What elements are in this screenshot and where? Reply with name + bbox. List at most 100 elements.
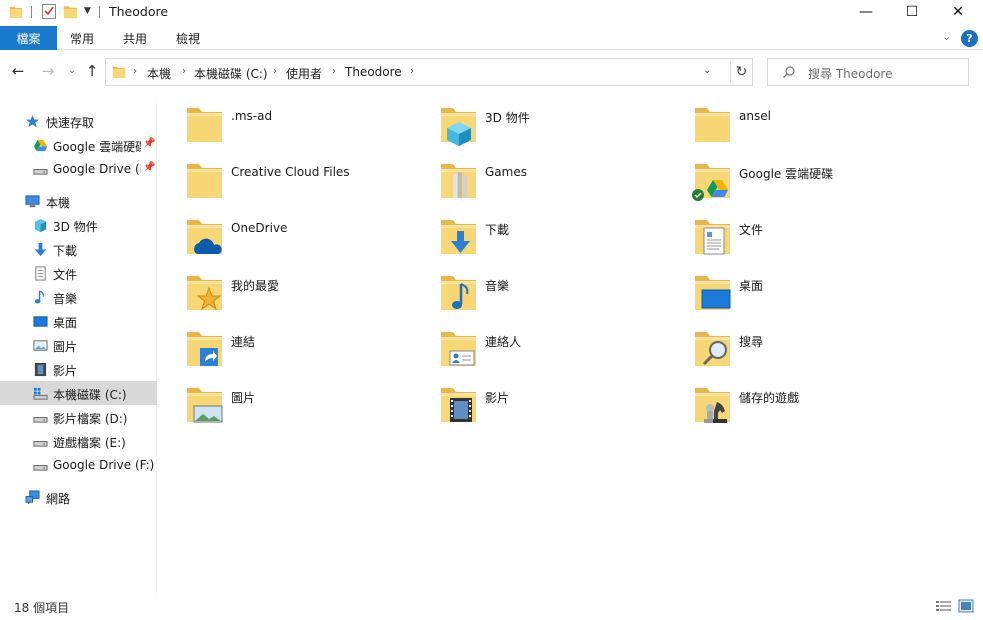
document-icon: [35, 266, 46, 281]
breadcrumb-drive-c[interactable]: 本機磁碟 (C:): [194, 65, 268, 82]
folder-item[interactable]: Creative Cloud Files: [158, 152, 398, 202]
music-folder-icon: [437, 270, 481, 314]
nav-drive-d[interactable]: 影片檔案 (D:): [0, 405, 157, 429]
folder-item[interactable]: 搜尋: [666, 320, 906, 370]
nav-label: 本機: [46, 196, 71, 210]
address-bar[interactable]: › 本機 › 本機磁碟 (C:) › 使用者 › Theodore › ⌄ ↻: [105, 58, 753, 86]
chevron-right-icon[interactable]: ›: [410, 66, 414, 77]
folder-item[interactable]: OneDrive: [158, 208, 398, 258]
nav-label: 本機磁碟 (C:): [53, 388, 127, 402]
nav-drive-e[interactable]: 遊戲檔案 (E:): [0, 429, 157, 453]
nav-label: Google Drive (F:): [53, 458, 155, 472]
nav-music[interactable]: 音樂: [0, 285, 157, 309]
nav-label: 下載: [53, 244, 78, 258]
expand-ribbon-icon[interactable]: ⌄: [942, 30, 951, 43]
folder-item[interactable]: ansel: [666, 96, 906, 146]
folder-item[interactable]: Google 雲端硬碟: [666, 152, 906, 202]
folder-item[interactable]: 3D 物件: [412, 96, 652, 146]
folder-item[interactable]: 連結: [158, 320, 398, 370]
ribbon-tabs: 檔案 常用 共用 檢視 ⌄ ?: [0, 26, 983, 50]
help-icon[interactable]: ?: [961, 30, 978, 47]
computer-icon: [25, 195, 40, 208]
folder-item[interactable]: .ms-ad: [158, 96, 398, 146]
nav-google-drive-pinned[interactable]: Google Drive (F:) 📌: [0, 157, 157, 181]
tab-share[interactable]: 共用: [123, 26, 147, 50]
links-folder-icon: [183, 326, 227, 366]
nav-documents[interactable]: 文件: [0, 261, 157, 285]
picture-icon: [33, 340, 48, 351]
breadcrumb-users[interactable]: 使用者: [286, 65, 322, 82]
drive-icon: [33, 169, 48, 175]
breadcrumb-theodore[interactable]: Theodore: [345, 65, 402, 79]
nav-3d-objects[interactable]: 3D 物件: [0, 213, 157, 237]
nav-desktop[interactable]: 桌面: [0, 309, 157, 333]
tab-file[interactable]: 檔案: [0, 26, 57, 50]
chevron-right-icon[interactable]: ›: [133, 66, 137, 77]
folder-item[interactable]: 圖片: [158, 376, 398, 426]
folder-name: 桌面: [739, 279, 764, 293]
search-icon: [783, 66, 795, 78]
breadcrumb-this-pc[interactable]: 本機: [147, 65, 171, 82]
nav-this-pc[interactable]: 本機: [0, 189, 157, 213]
nav-videos[interactable]: 影片: [0, 357, 157, 381]
folder-icon: [183, 158, 227, 202]
close-button[interactable]: ✕: [935, 0, 981, 24]
folder-item[interactable]: 音樂: [412, 264, 652, 314]
nav-label: 影片: [53, 364, 78, 378]
nav-network[interactable]: 網路: [0, 485, 157, 509]
up-button[interactable]: ↑: [82, 61, 102, 81]
forward-button[interactable]: →: [38, 61, 58, 81]
search-input[interactable]: 搜尋 Theodore: [767, 58, 969, 86]
folder-item[interactable]: 儲存的遊戲: [666, 376, 906, 426]
tab-view[interactable]: 檢視: [176, 26, 200, 50]
folder-name: 搜尋: [739, 335, 764, 349]
folder-icon: [183, 102, 227, 146]
folder-name: ansel: [739, 109, 771, 123]
pin-icon: 📌: [143, 162, 156, 173]
folder-name: 3D 物件: [485, 111, 530, 125]
favorites-folder-icon: [183, 270, 227, 311]
nav-drive-f[interactable]: Google Drive (F:): [0, 453, 157, 477]
folder-name: Games: [485, 165, 527, 179]
nav-google-cloud[interactable]: Google 雲端硬碟 📌: [0, 133, 157, 157]
folder-item[interactable]: 連絡人: [412, 320, 652, 370]
nav-drive-c[interactable]: 本機磁碟 (C:): [0, 381, 157, 405]
folder-name: 圖片: [231, 391, 256, 405]
maximize-button[interactable]: ☐: [889, 0, 935, 24]
nav-pictures[interactable]: 圖片: [0, 333, 157, 357]
back-button[interactable]: ←: [8, 61, 28, 81]
download-arrow-icon: [34, 242, 47, 257]
folder-item[interactable]: 我的最愛: [158, 264, 398, 314]
drive-icon: [33, 465, 48, 471]
folder-item[interactable]: 文件: [666, 208, 906, 258]
searches-folder-icon: [691, 326, 735, 370]
customize-toolbar-icon[interactable]: ▼: [84, 6, 91, 16]
address-history-icon[interactable]: ⌄: [703, 65, 711, 76]
nav-label: 圖片: [53, 340, 78, 354]
nav-label: 快速存取: [46, 116, 95, 130]
downloads-folder-icon: [437, 214, 481, 258]
chevron-right-icon[interactable]: ›: [182, 66, 186, 77]
star-icon: [25, 114, 40, 128]
nav-label: 影片檔案 (D:): [53, 412, 128, 426]
recent-locations-icon[interactable]: ⌄: [62, 61, 82, 81]
minimize-button[interactable]: —: [843, 0, 889, 24]
refresh-icon[interactable]: ↻: [730, 61, 752, 83]
properties-icon[interactable]: [41, 3, 57, 20]
folder-item[interactable]: 桌面: [666, 264, 906, 314]
nav-quick-access[interactable]: 快速存取: [0, 109, 157, 133]
chevron-right-icon[interactable]: ›: [273, 66, 277, 77]
nav-downloads[interactable]: 下載: [0, 237, 157, 261]
tab-home[interactable]: 常用: [70, 26, 94, 50]
folder-item[interactable]: 影片: [412, 376, 652, 426]
divider: [31, 6, 32, 18]
folder-name: 文件: [739, 223, 764, 237]
chevron-right-icon[interactable]: ›: [332, 66, 336, 77]
folder-item[interactable]: 下載: [412, 208, 652, 258]
drive-icon: [33, 417, 48, 423]
folder-name: 連結: [231, 335, 256, 349]
details-view-icon[interactable]: [935, 599, 952, 613]
large-icons-view-icon[interactable]: [958, 599, 974, 613]
folder-item[interactable]: Games: [412, 152, 652, 202]
new-folder-icon[interactable]: [63, 4, 78, 20]
